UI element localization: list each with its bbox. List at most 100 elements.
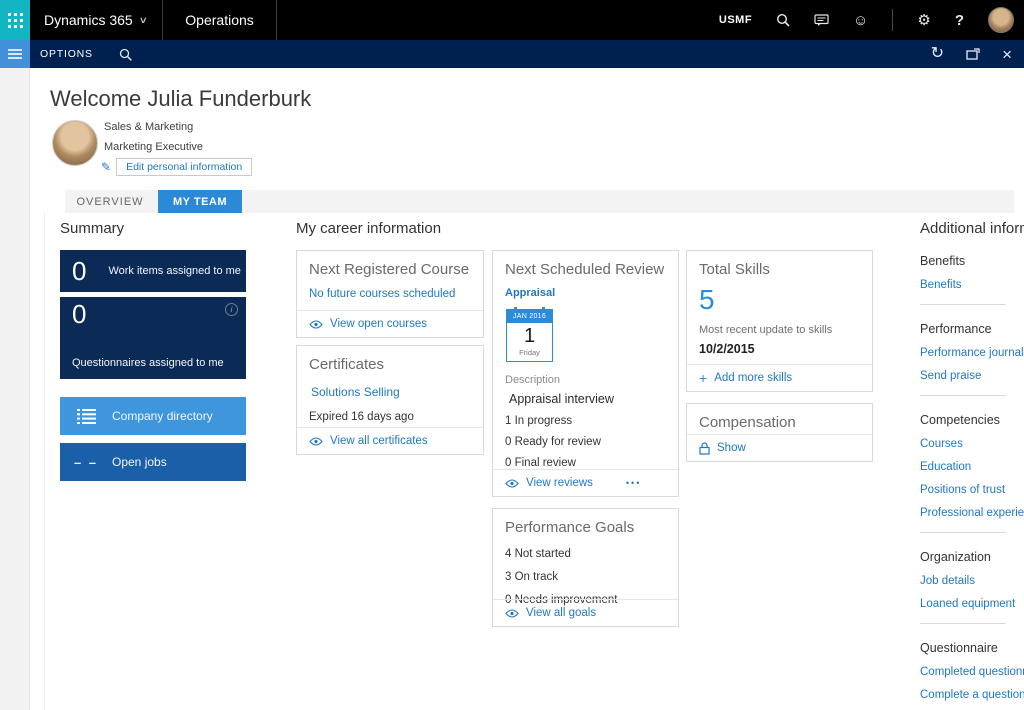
company-selector[interactable]: USMF <box>719 14 752 26</box>
sidebar-link-benefits[interactable]: Benefits <box>920 279 1024 291</box>
sidebar-group-competencies: Competencies <box>920 413 1000 427</box>
work-items-label: Work items assigned to me <box>108 265 241 277</box>
app-launcher-button[interactable] <box>0 0 30 40</box>
action-label: View all certificates <box>330 435 428 447</box>
tile-work-items[interactable]: 0 Work items assigned to me <box>60 250 246 292</box>
edit-personal-info-button[interactable]: Edit personal information <box>116 158 253 176</box>
user-avatar[interactable] <box>988 7 1014 33</box>
feedback-icon[interactable] <box>814 13 829 27</box>
plus-icon: + <box>699 370 708 386</box>
card-compensation: Compensation Show <box>686 403 873 462</box>
search-icon[interactable] <box>776 13 790 27</box>
sidebar-link-loaned-equipment[interactable]: Loaned equipment <box>920 598 1024 610</box>
divider <box>920 532 1006 533</box>
review-date-calendar: JAN 2016 1 Friday <box>506 307 553 362</box>
description-value: Appraisal interview <box>509 392 614 406</box>
tab-strip: OVERVIEW MY TEAM <box>65 190 1014 213</box>
view-all-goals-action[interactable]: View all goals <box>493 599 678 626</box>
divider <box>920 395 1006 396</box>
open-in-new-window-icon[interactable] <box>966 48 980 60</box>
skills-update-label: Most recent update to skills <box>699 324 833 336</box>
refresh-icon[interactable]: ↻ <box>931 46 944 62</box>
sidebar-link-courses[interactable]: Courses <box>920 438 1024 450</box>
sidebar-link-professional-experience[interactable]: Professional experience <box>920 507 1024 519</box>
sidebar-link-send-praise[interactable]: Send praise <box>920 370 1024 382</box>
sidebar-link-complete-a-questionnaire[interactable]: Complete a questionnaire <box>920 689 1024 701</box>
stat-line: 0 Ready for review <box>505 436 601 448</box>
brand-label: Dynamics 365 <box>44 12 133 28</box>
stat-line: 4 Not started <box>505 548 571 560</box>
stat-line: 3 On track <box>505 571 559 583</box>
employee-avatar <box>52 120 98 166</box>
action-label: Show <box>717 442 746 454</box>
eye-icon <box>505 608 519 618</box>
calendar-month: JAN 2016 <box>507 310 552 323</box>
topbar-actions: USMF ☺ ⚙ ? <box>719 0 1024 40</box>
left-nav-rail[interactable] <box>0 68 30 710</box>
edit-personal-info[interactable]: ✎ Edit personal information <box>101 158 253 176</box>
stat-line: 1 In progress <box>505 415 573 427</box>
directory-list-icon <box>60 408 112 424</box>
page-title: Welcome Julia Funderburk <box>50 86 312 111</box>
sidebar-group-organization: Organization <box>920 550 991 564</box>
sidebar-link-job-details[interactable]: Job details <box>920 575 1024 587</box>
eye-icon <box>309 319 323 329</box>
sidebar-link-performance-journal[interactable]: Performance journal <box>920 347 1024 359</box>
card-title: Performance Goals <box>505 519 635 536</box>
waffle-icon <box>7 12 23 28</box>
info-icon: i <box>225 303 238 316</box>
eye-icon <box>505 478 519 488</box>
sidebar-link-completed-questionnaires[interactable]: Completed questionnaires <box>920 666 1024 678</box>
window-controls: ↻ × <box>931 46 1024 63</box>
questionnaires-label: Questionnaires assigned to me <box>72 357 224 369</box>
tab-overview[interactable]: OVERVIEW <box>65 190 155 213</box>
skills-count: 5 <box>699 284 715 315</box>
show-compensation-action[interactable]: Show <box>687 434 872 461</box>
help-icon[interactable]: ? <box>955 13 964 28</box>
action-label: View reviews <box>526 477 593 489</box>
certificate-link[interactable]: Solutions Selling <box>297 385 483 399</box>
card-title: Compensation <box>699 414 796 431</box>
top-app-bar: Dynamics 365 ∨ Operations USMF ☺ ⚙ ? <box>0 0 1024 40</box>
gear-icon[interactable]: ⚙ <box>917 13 930 28</box>
card-title: Next Registered Course <box>309 261 470 278</box>
calendar-weekday: Friday <box>519 348 540 357</box>
tile-open-jobs[interactable]: – – Open jobs <box>60 443 246 481</box>
questionnaires-count: 0 <box>72 299 87 329</box>
card-next-scheduled-review: Next Scheduled Review Appraisal JAN 2016… <box>492 250 679 497</box>
appraisal-link[interactable]: Appraisal <box>493 287 678 299</box>
tile-questionnaires[interactable]: 0 i Questionnaires assigned to me <box>60 297 246 379</box>
brand-menu[interactable]: Dynamics 365 ∨ <box>30 0 162 40</box>
command-search-icon[interactable] <box>119 48 132 61</box>
options-tab[interactable]: OPTIONS <box>40 48 93 60</box>
more-actions-icon[interactable]: ••• <box>626 478 641 488</box>
smiley-icon[interactable]: ☺ <box>853 13 868 28</box>
open-jobs-icon: – – <box>73 454 99 470</box>
divider <box>892 9 894 31</box>
divider <box>920 623 1006 624</box>
sidebar-link-positions-of-trust[interactable]: Positions of trust <box>920 484 1024 496</box>
card-title: Next Scheduled Review <box>505 261 665 278</box>
skills-update-date: 10/2/2015 <box>699 342 755 356</box>
course-status-link[interactable]: No future courses scheduled <box>297 288 483 300</box>
divider <box>920 304 1006 305</box>
description-label: Description <box>505 374 561 386</box>
app-name[interactable]: Operations <box>162 0 277 40</box>
stat-line: 0 Final review <box>505 457 576 469</box>
tile-company-directory[interactable]: Company directory <box>60 397 246 435</box>
department-label: Sales & Marketing <box>104 121 194 133</box>
job-title-label: Marketing Executive <box>104 141 204 153</box>
tab-my-team[interactable]: MY TEAM <box>158 190 243 213</box>
add-more-skills-action[interactable]: + Add more skills <box>687 364 872 391</box>
view-reviews-action[interactable]: View reviews ••• <box>493 469 678 496</box>
nav-menu-button[interactable] <box>0 40 30 68</box>
card-next-registered-course: Next Registered Course No future courses… <box>296 250 484 338</box>
card-title: Total Skills <box>699 261 770 278</box>
view-open-courses-action[interactable]: View open courses <box>297 310 483 337</box>
sidebar-link-education[interactable]: Education <box>920 461 1024 473</box>
view-all-certificates-action[interactable]: View all certificates <box>297 427 483 454</box>
sidebar-group-benefits: Benefits <box>920 254 966 268</box>
close-icon[interactable]: × <box>1002 46 1012 63</box>
work-items-count: 0 <box>72 255 87 286</box>
eye-icon <box>309 436 323 446</box>
